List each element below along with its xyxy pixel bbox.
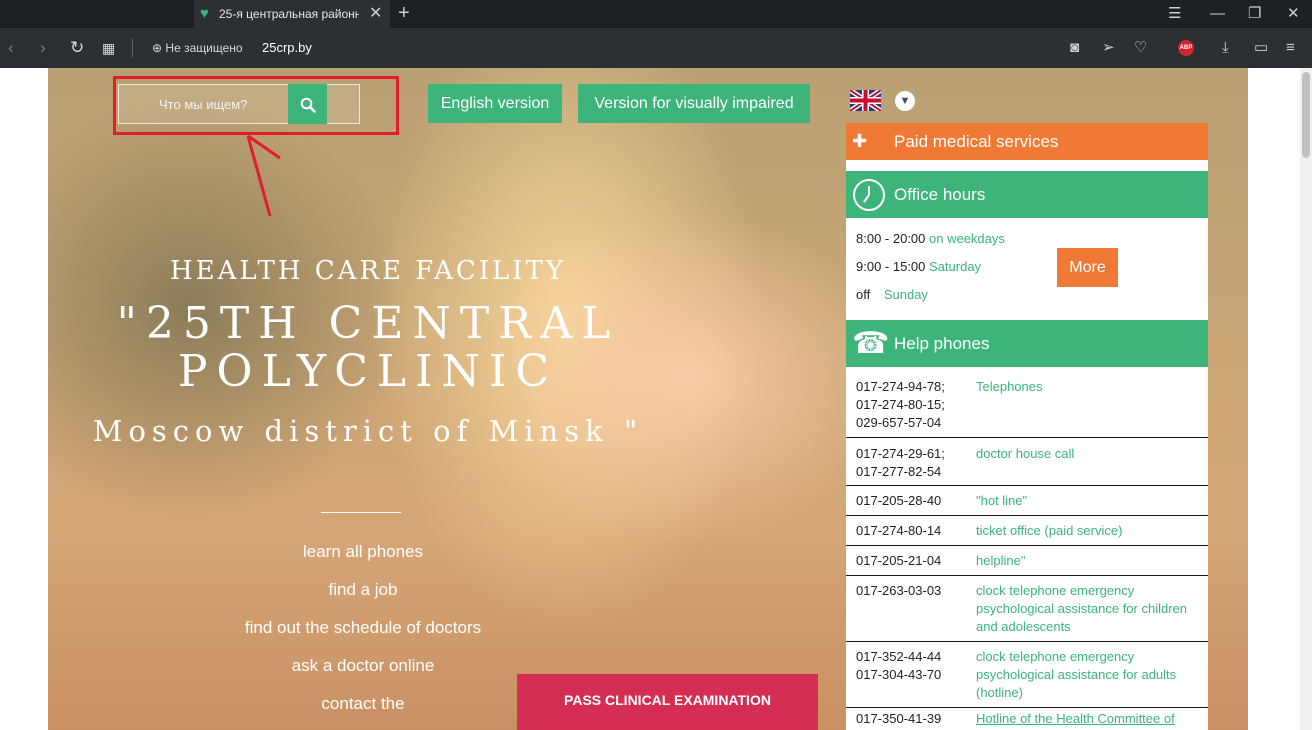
phone-label[interactable]: clock telephone emergency psychological … [976,648,1208,702]
facility-district: Moscow district of Minsk " [92,414,644,448]
scrollbar-thumb[interactable] [1302,72,1310,158]
phone-number[interactable]: 017-205-21-04 [856,552,941,570]
phone-label[interactable]: ticket office (paid service) [976,522,1208,540]
office-hours-label: Office hours [894,185,986,204]
security-indicator[interactable]: ⊕ Не защищено [152,28,243,68]
browser-tab[interactable]: ♥ 25-я центральная районна ✕ [194,0,390,28]
close-window-icon[interactable]: ✕ [1287,0,1300,28]
language-dropdown-icon[interactable]: ▼ [895,91,915,111]
paid-services-bar[interactable]: ✚ Paid medical services [846,123,1208,160]
phone-row: 017-352-44-44 017-304-43-70 clock teleph… [846,641,1208,708]
phone-row: 017-350-41-39 Hotline of the Health Comm… [846,707,1208,730]
clock-icon [853,179,885,211]
camera-icon[interactable]: ◙ [1070,28,1079,68]
link-find-job[interactable]: find a job [48,580,678,600]
info-panel: ✚ Paid medical services Office hours 8:0… [846,123,1208,730]
phone-row: 017-205-28-40 "hot line" [846,485,1208,516]
phone-label[interactable]: doctor house call [976,445,1208,463]
help-phones-label: Help phones [894,334,990,353]
restore-icon[interactable]: ❐ [1248,0,1261,28]
address-bar: ‹ › ↻ ▦ ⊕ Не защищено 25crp.by ◙ ➢ ♡ ABP… [0,28,1312,68]
annotation-arrow [246,134,281,217]
hours-time: off [856,287,871,302]
hero-background: English version Version for visually imp… [48,68,1248,730]
tab-close-icon[interactable]: ✕ [369,0,382,28]
minimize-icon[interactable]: — [1210,0,1225,28]
phone-number[interactable]: 017-274-94-78; 017-274-80-15; 029-657-57… [856,378,945,432]
link-doctor-schedule[interactable]: find out the schedule of doctors [48,618,678,638]
facility-name-line2: POLYCLINIC [177,346,559,397]
phone-row: 017-274-29-61; 017-277-82-54 doctor hous… [846,437,1208,486]
phone-label[interactable]: Telephones [976,378,1208,396]
heart-icon[interactable]: ♡ [1134,28,1147,68]
address-separator [132,39,133,57]
send-icon[interactable]: ➢ [1102,28,1115,68]
english-version-button[interactable]: English version [428,84,562,123]
phone-row: 017-205-21-04 helpline" [846,545,1208,576]
back-icon[interactable]: ‹ [8,28,14,68]
easy-setup-icon[interactable]: ≡ [1286,28,1295,68]
reload-icon[interactable]: ↻ [70,28,84,68]
phone-number[interactable]: 017-274-80-14 [856,522,941,540]
phone-label[interactable]: "hot line" [976,492,1208,510]
phone-number[interactable]: 017-352-44-44 017-304-43-70 [856,648,941,684]
hours-row: off Sunday [856,287,928,302]
first-aid-icon: ✚ [852,131,868,151]
annotation-highlight-box [113,76,399,135]
heart-favicon-icon: ♥ [200,5,209,22]
hours-time: 9:00 - 15:00 [856,259,926,274]
globe-icon: ⊕ [152,41,163,55]
tab-menu-icon[interactable]: ☰ [1168,0,1181,28]
heading-divider [321,512,401,513]
hours-time: 8:00 - 20:00 [856,231,926,246]
uk-flag-icon[interactable] [850,90,881,111]
facility-name: "25TH CENTRAL POLYCLINIC [48,300,688,396]
adblock-icon[interactable]: ABP [1178,40,1194,56]
link-learn-phones[interactable]: learn all phones [48,542,678,562]
help-phones-bar: ☎ Help phones [846,320,1208,367]
phone-row: 017-263-03-03 clock telephone emergency … [846,575,1208,642]
download-icon[interactable]: ⤓ [1222,28,1229,68]
facility-type: HEALTH CARE FACILITY [169,256,567,286]
pass-examination-button[interactable]: PASS CLINICAL EXAMINATION [517,674,818,730]
link-ask-doctor[interactable]: ask a doctor online [48,656,678,676]
hours-day: Sunday [883,287,928,302]
phone-label[interactable]: helpline" [976,552,1208,570]
new-tab-button[interactable]: + [398,0,410,26]
phone-row: 017-274-80-14 ticket office (paid servic… [846,515,1208,546]
page-viewport: English version Version for visually imp… [0,68,1300,730]
page-scrollbar[interactable] [1300,68,1312,730]
hours-row: 8:00 - 20:00 on weekdays [856,231,1005,246]
office-hours-bar: Office hours [846,171,1208,218]
phone-label[interactable]: Hotline of the Health Committee of [976,710,1208,728]
hours-row: 9:00 - 15:00 Saturday [856,259,981,274]
url-field[interactable]: 25crp.by [262,28,312,68]
paid-services-label: Paid medical services [894,132,1059,151]
telephone-icon: ☎ [852,327,890,360]
security-label: Не защищено [165,41,243,55]
hours-day: Saturday [929,259,982,274]
phone-row: 017-274-94-78; 017-274-80-15; 029-657-57… [846,367,1208,433]
phone-number[interactable]: 017-350-41-39 [856,710,941,728]
hours-day: on weekdays [929,231,1005,246]
browser-tab-bar: ♥ 25-я центральная районна ✕ + ☰ — ❐ ✕ [0,0,1312,28]
battery-icon[interactable]: ▭ [1254,28,1268,68]
speed-dial-icon[interactable]: ▦ [102,28,115,68]
phone-number[interactable]: 017-205-28-40 [856,492,941,510]
forward-icon[interactable]: › [40,28,46,68]
tab-title: 25-я центральная районна [219,7,359,21]
more-button[interactable]: More [1057,248,1118,287]
facility-name-line1: "25TH CENTRAL [116,298,620,349]
phone-number[interactable]: 017-263-03-03 [856,582,941,600]
phone-label[interactable]: clock telephone emergency psychological … [976,582,1208,636]
visually-impaired-button[interactable]: Version for visually impaired [578,84,810,123]
phone-number[interactable]: 017-274-29-61; 017-277-82-54 [856,445,945,481]
